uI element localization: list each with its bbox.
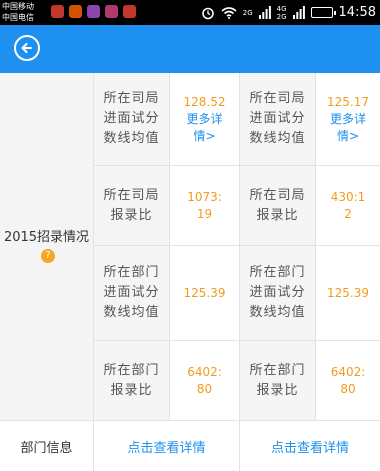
section-2015-title: 2015招录情况 ? — [0, 228, 93, 266]
battery-icon — [310, 7, 336, 18]
signal-icon — [292, 6, 305, 19]
label-cell: 所在司局进面试分数线均值 — [240, 73, 316, 166]
back-button[interactable] — [14, 35, 40, 61]
clock: 14:58 — [338, 5, 376, 20]
department-detail-cell: 点击查看详情 — [94, 421, 240, 471]
carrier-1: 中国移动 — [2, 2, 34, 11]
label-bureau-ratio: 所在司局报录比 — [103, 187, 160, 223]
value-dept-interview-score: 125.39 — [327, 285, 369, 300]
app-notification-icon — [69, 5, 82, 18]
value-bureau-ratio: 430:12 — [330, 189, 366, 221]
value-dept-ratio: 6402:80 — [330, 364, 366, 396]
app-notification-icon — [123, 5, 136, 18]
label-cell: 所在司局进面试分数线均值 — [94, 73, 170, 166]
wifi-icon — [221, 7, 237, 19]
network-type-stack: 4G 2G — [277, 5, 287, 21]
app-notification-icon — [105, 5, 118, 18]
value-bureau-ratio: 1073:19 — [187, 189, 222, 221]
notification-icons — [51, 5, 136, 18]
department-detail-cell: 点击查看详情 — [240, 421, 380, 471]
more-details-link[interactable]: 更多详情> — [184, 111, 226, 145]
help-icon[interactable]: ? — [41, 249, 55, 263]
app-notification-icon — [87, 5, 100, 18]
value-cell: 125.39 — [316, 246, 380, 341]
network-type: 2G — [276, 12, 287, 21]
carrier-info: 中国移动 中国电信 — [2, 1, 34, 23]
carrier-2: 中国电信 — [2, 13, 34, 22]
label-dept-interview-score: 所在部门进面试分数线均值 — [103, 265, 160, 320]
system-icons: 2G 4G 2G 14:58 — [201, 3, 376, 22]
label-dept-ratio: 所在部门报录比 — [249, 362, 306, 398]
value-cell: 125.39 — [170, 246, 240, 341]
department-info-label: 部门信息 — [20, 440, 73, 456]
label-cell: 所在部门报录比 — [240, 341, 316, 421]
more-details-link[interactable]: 更多详情> — [327, 111, 369, 145]
value-dept-ratio: 6402:80 — [187, 364, 222, 396]
view-details-link[interactable]: 点击查看详情 — [127, 437, 205, 456]
section-2015-header: 2015招录情况 ? — [0, 73, 94, 421]
label-cell: 所在部门进面试分数线均值 — [94, 246, 170, 341]
value-bureau-interview-score: 125.17 — [327, 94, 369, 109]
signal-icon — [258, 6, 271, 19]
recruitment-table: 2015招录情况 ? 所在司局进面试分数线均值 128.52 更多详情> 所在司… — [0, 73, 380, 471]
value-cell: 1073:19 — [170, 166, 240, 246]
value-cell: 128.52 更多详情> — [170, 73, 240, 166]
value-cell: 6402:80 — [316, 341, 380, 421]
status-bar: 中国移动 中国电信 2G 4G 2G 14:58 — [0, 0, 380, 25]
app-notification-icon — [51, 5, 64, 18]
label-cell: 所在部门进面试分数线均值 — [240, 246, 316, 341]
department-info-header: 部门信息 — [0, 421, 94, 471]
network-type: 4G — [276, 4, 287, 13]
label-dept-interview-score: 所在部门进面试分数线均值 — [249, 265, 306, 320]
label-dept-ratio: 所在部门报录比 — [103, 362, 160, 398]
label-bureau-ratio: 所在司局报录比 — [249, 187, 306, 223]
value-cell: 430:12 — [316, 166, 380, 246]
value-bureau-interview-score: 128.52 — [183, 94, 226, 109]
back-arrow-icon — [21, 43, 32, 53]
label-cell: 所在司局报录比 — [94, 166, 170, 246]
value-dept-interview-score: 125.39 — [183, 285, 226, 300]
label-bureau-interview-score: 所在司局进面试分数线均值 — [103, 91, 160, 146]
value-cell: 6402:80 — [170, 341, 240, 421]
network-type: 2G — [242, 8, 253, 17]
value-cell: 125.17 更多详情> — [316, 73, 380, 166]
app-bar — [0, 25, 380, 73]
label-bureau-interview-score: 所在司局进面试分数线均值 — [249, 91, 306, 146]
alarm-icon — [202, 7, 214, 19]
section-title-text: 2015招录情况 — [3, 229, 90, 245]
label-cell: 所在部门报录比 — [94, 341, 170, 421]
label-cell: 所在司局报录比 — [240, 166, 316, 246]
view-details-link[interactable]: 点击查看详情 — [271, 437, 349, 456]
